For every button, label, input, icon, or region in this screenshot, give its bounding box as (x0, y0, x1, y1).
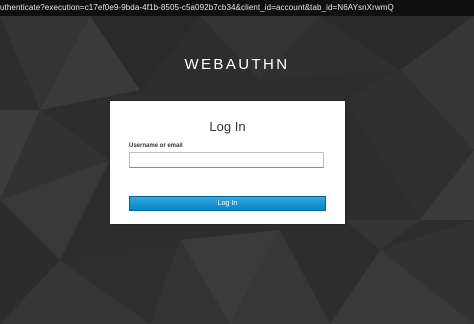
username-label: Username or email (129, 143, 183, 149)
login-card: Log In Username or email Log In (110, 101, 345, 224)
username-input[interactable] (129, 152, 324, 168)
login-title: Log In (209, 119, 246, 134)
login-page: uthenticate?execution=c17ef0e9-9bda-4f1b… (0, 0, 474, 324)
address-bar[interactable]: uthenticate?execution=c17ef0e9-9bda-4f1b… (0, 0, 474, 16)
login-button[interactable]: Log In (129, 196, 326, 211)
brand-title: WEBAUTHN (184, 56, 290, 73)
